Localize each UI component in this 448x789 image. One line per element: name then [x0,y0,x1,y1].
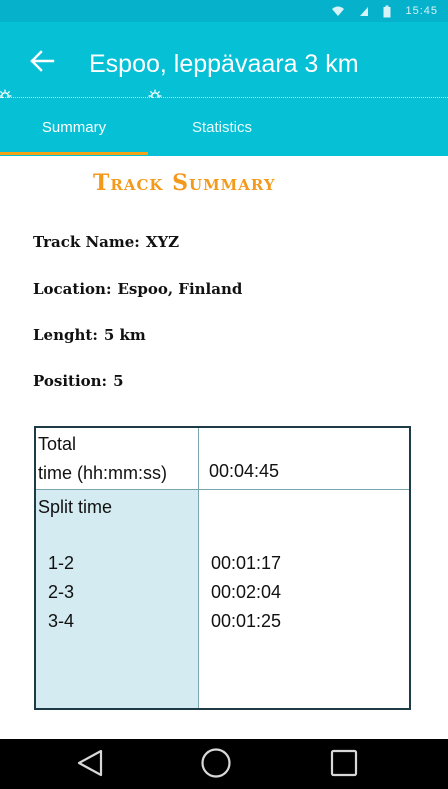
split-segment: 2-3 [48,582,75,602]
tab-indicator [0,152,148,155]
tab-summary[interactable]: Summary [0,98,148,156]
page-title: Espoo, leppävaara 3 km [89,50,359,78]
length-value: 5 km [103,326,146,344]
status-bar: 15:45 [0,0,448,22]
nav-recents-button[interactable] [326,749,362,781]
summary-heading: Track Summary [93,170,276,196]
tab-bar: Summary Statistics [0,98,448,156]
length-row: Lenght: 5 km [33,326,146,344]
nav-home-button[interactable] [198,747,234,784]
navigation-bar [0,739,448,789]
battery-icon [383,5,391,18]
split-time-label-cell: Split time 1-2 2-3 3-4 [36,490,199,708]
split-time-value-cell: 00:01:17 00:02:04 00:01:25 [199,490,409,708]
total-time-value-cell: 00:04:45 [199,428,409,490]
status-time: 15:45 [405,5,438,17]
nav-back-button[interactable] [72,749,108,781]
location-label: Location: [33,280,112,298]
back-button[interactable] [22,48,62,78]
arrow-left-icon [29,49,55,77]
app-bar: Espoo, leppävaara 3 km [0,22,448,103]
split-time-label: Split time [38,497,113,517]
total-label-line1: Total [38,434,77,454]
triangle-back-icon [75,748,105,783]
square-recents-icon [329,748,359,783]
wifi-icon [331,5,345,17]
position-label: Position: [33,372,108,390]
track-name-label: Track Name: [33,233,140,251]
split-segment: 1-2 [48,553,75,573]
track-name-row: Track Name: XYZ [33,233,179,251]
split-time-value: 00:01:25 [211,611,282,631]
location-row: Location: Espoo, Finland [33,280,242,298]
length-label: Lenght: [33,326,98,344]
location-value: Espoo, Finland [117,280,243,298]
position-value: 5 [113,372,124,390]
total-label-line2: time (hh:mm:ss) [38,463,168,483]
split-time-value: 00:02:04 [211,582,282,602]
signal-icon [359,5,369,17]
position-row: Position: 5 [33,372,124,390]
time-table: Total time (hh:mm:ss) 00:04:45 Split tim… [34,426,411,710]
split-time-value: 00:01:17 [211,553,282,573]
split-segment: 3-4 [48,611,75,631]
total-time-value: 00:04:45 [209,461,280,481]
status-icons: 15:45 [331,3,438,19]
tab-statistics[interactable]: Statistics [148,98,296,156]
track-name-value: XYZ [145,233,180,251]
total-time-label-cell: Total time (hh:mm:ss) [36,428,199,490]
circle-home-icon [200,747,232,784]
